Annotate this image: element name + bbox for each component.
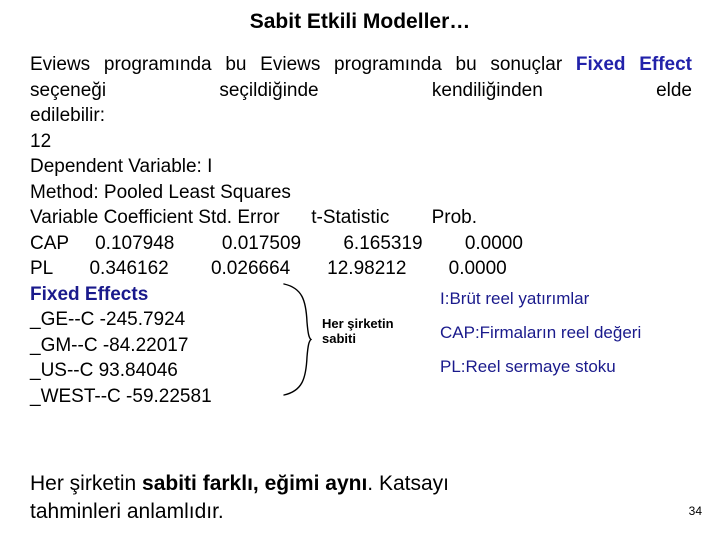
fixed-effect-row: _WEST--C -59.22581	[30, 385, 212, 407]
legend-item-i: I:Brüt reel yatırımlar	[440, 288, 590, 308]
brace-annotation-line-1: Her şirketin	[322, 315, 394, 331]
output-method: Method: Pooled Least Squares	[30, 181, 291, 203]
output-table-header: Variable Coefficient Std. Error t-Statis…	[30, 207, 478, 228]
conclusion-post: . Katsayı	[367, 472, 449, 495]
conclusion-line-2: tahminleri anlamlıdır.	[30, 500, 224, 523]
legend-item-cap: CAP:Firmaların reel değeri	[440, 322, 642, 342]
brace-annotation-line-2: sabiti	[322, 330, 356, 346]
brace-annotation: Her şirketin sabiti	[322, 316, 422, 346]
variable-legend: I:Brüt reel yatırımlar CAP:Firmaların re…	[440, 282, 720, 384]
output-line-12: 12	[30, 130, 52, 152]
legend-item-pl: PL:Reel sermaye stoku	[440, 356, 616, 376]
intro-paragraph: Eviews programında bu Eviews programında…	[30, 52, 692, 103]
conclusion-bold: sabiti farklı, eğimi aynı	[142, 472, 368, 495]
intro-line-2-post: seçeneği seçildiğinde kendiliğinden elde	[30, 79, 692, 101]
intro-line-1: Eviews programında bu Eviews programında…	[30, 54, 563, 75]
table-row: PL 0.346162 0.026664 12.98212 0.0000	[30, 258, 507, 279]
table-row: CAP 0.107948 0.017509 6.165319 0.0000	[30, 232, 523, 254]
slide-body: Eviews programında bu Eviews programında…	[30, 52, 692, 409]
fixed-effect-keyword: Fixed Effect	[575, 54, 692, 75]
slide-root: Sabit Etkili Modeller… Eviews programınd…	[0, 0, 720, 540]
conclusion-pre: Her şirketin	[30, 472, 143, 495]
conclusion-text: Her şirketin sabiti farklı, eğimi aynı. …	[30, 470, 630, 526]
intro-line-3: edilebilir:	[30, 105, 105, 126]
output-dependent-variable: Dependent Variable: I	[30, 156, 213, 177]
page-title: Sabit Etkili Modeller…	[249, 10, 471, 33]
fixed-effects-section: Fixed Effects _GE--C -245.7924 _GM--C -8…	[30, 282, 692, 410]
page-number: 34	[688, 504, 702, 518]
